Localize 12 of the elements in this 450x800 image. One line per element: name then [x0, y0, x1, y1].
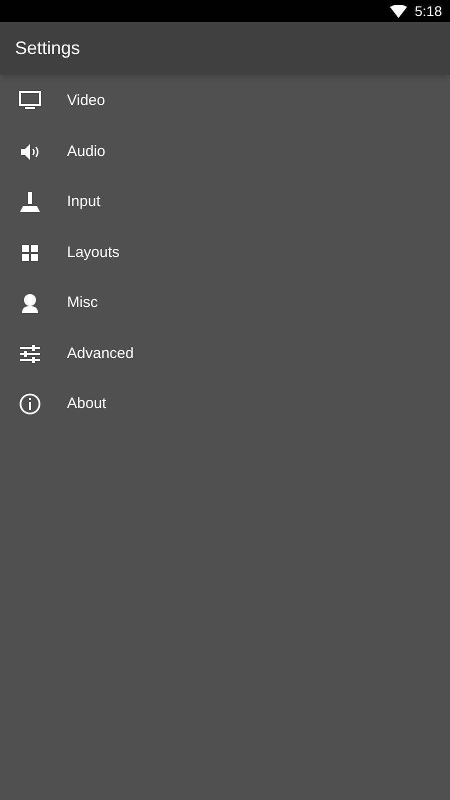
wifi-icon [390, 4, 407, 18]
settings-item[interactable]: Input [0, 177, 450, 228]
settings-item[interactable]: Layouts [0, 228, 450, 278]
settings-item[interactable]: Advanced [0, 328, 450, 379]
screen-title: Settings [15, 37, 80, 60]
joystick-icon [18, 190, 42, 214]
info-icon [18, 392, 42, 416]
settings-item[interactable]: Misc [0, 278, 450, 328]
clock-time: 5:18 [414, 2, 442, 20]
settings-item[interactable]: About [0, 379, 450, 430]
settings-item[interactable]: Audio [0, 126, 450, 177]
settings-item[interactable]: Video [0, 76, 450, 126]
